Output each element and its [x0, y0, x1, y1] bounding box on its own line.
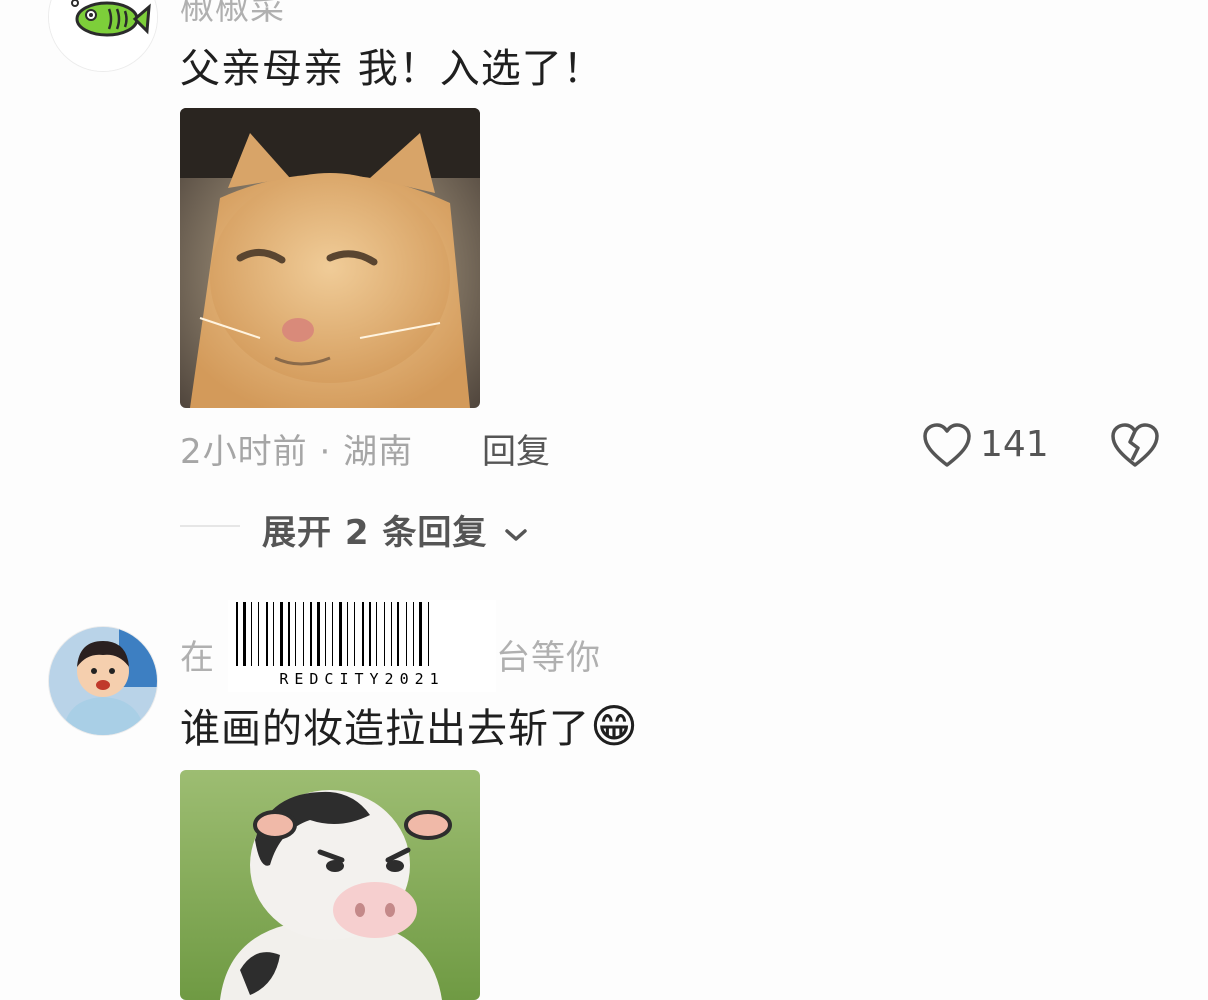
comment-username[interactable]: 在 — [180, 630, 215, 679]
comment-location: 湖南 — [343, 432, 414, 472]
meta-separator: · — [307, 432, 344, 472]
expand-replies-label: 展开 2 条回复 — [262, 513, 488, 553]
comment-image-cow[interactable] — [180, 770, 480, 1000]
fish-avatar-icon — [49, 0, 157, 71]
comment-username[interactable]: 椒椒菜 — [180, 0, 285, 29]
barcode-icon — [236, 602, 429, 666]
comment-time: 2小时前 — [180, 432, 308, 472]
dislike-button[interactable] — [1110, 422, 1160, 470]
comment-text-body: 谁画的妆造拉出去斩了 — [180, 706, 590, 752]
watermark-text: REDCITY2021 — [279, 670, 445, 688]
cat-meme-icon — [180, 108, 480, 408]
username-right: 台等你 — [496, 638, 601, 678]
expand-replies-button[interactable]: 展开 2 条回复 — [262, 505, 530, 554]
like-button[interactable] — [922, 422, 972, 470]
heart-icon — [923, 423, 971, 467]
username-left: 在 — [180, 638, 215, 678]
username-continued: 台等你 — [496, 630, 601, 679]
comment-image-cat[interactable] — [180, 108, 480, 408]
avatar[interactable] — [48, 626, 158, 736]
like-count: 141 — [980, 424, 1049, 465]
cow-meme-icon — [180, 770, 480, 1000]
child-avatar-icon — [49, 627, 157, 735]
reply-button[interactable]: 回复 — [482, 424, 550, 473]
grin-emoji-icon: 😁 — [590, 699, 639, 753]
chevron-down-icon — [505, 528, 527, 541]
comment-text: 父亲母亲 我！入选了！ — [180, 46, 604, 92]
avatar[interactable] — [48, 0, 158, 72]
comment-text: 谁画的妆造拉出去斩了😁 — [180, 696, 639, 754]
watermark-barcode: REDCITY2021 — [228, 600, 496, 692]
expand-divider — [180, 525, 240, 527]
comment-meta: 2小时前 · 湖南 — [180, 424, 413, 473]
broken-heart-icon — [1111, 423, 1159, 467]
